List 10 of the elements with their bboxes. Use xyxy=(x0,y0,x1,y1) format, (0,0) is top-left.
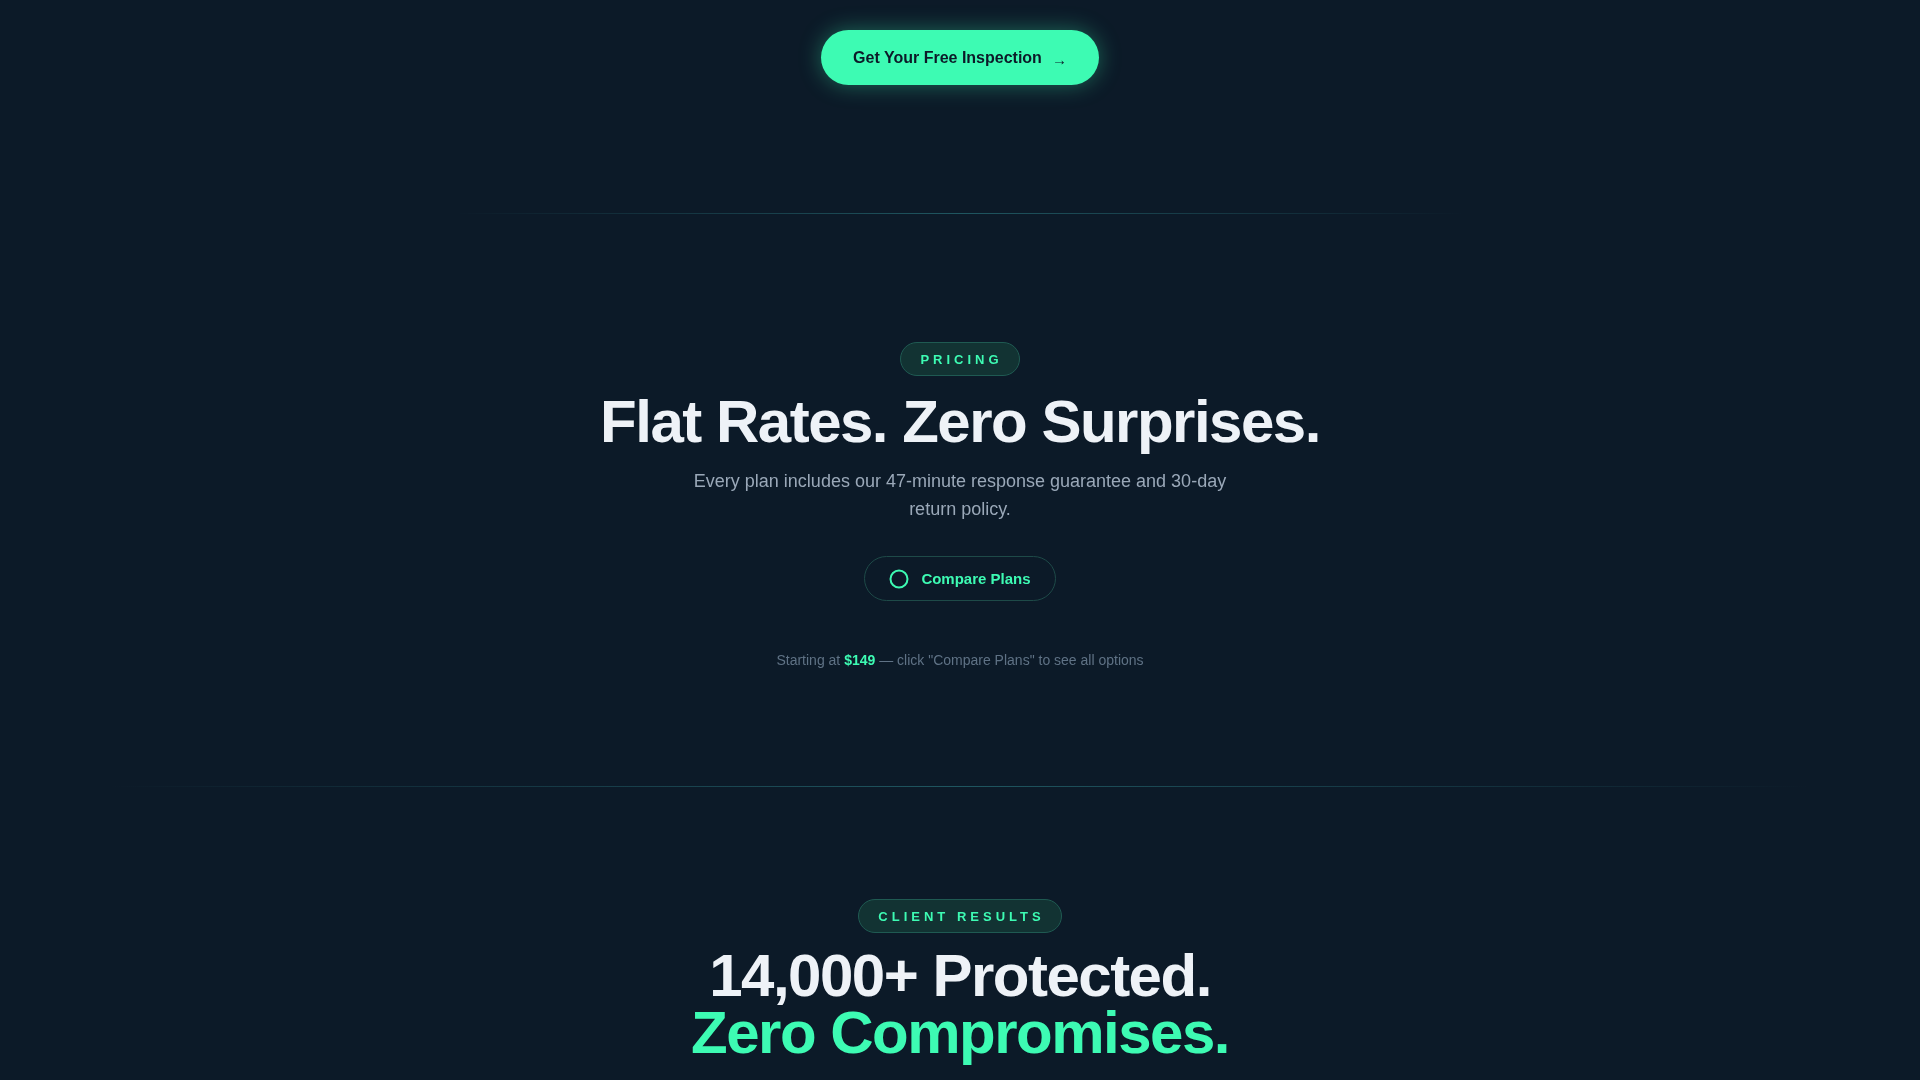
starting-price-note: Starting at $149 — click "Compare Plans" to see all options xyxy=(776,651,1144,670)
section-heading: 14,000+ Protected. xyxy=(709,947,1211,1004)
arrow-icon: → xyxy=(1051,50,1067,68)
inspection-button[interactable]: Get Your Free Inspection → xyxy=(821,30,1099,85)
section-badge: CLIENT RESULTS xyxy=(858,899,1062,933)
section-subtitle: Every plan includes our 47-minute response guarantee and 30-day return policy. xyxy=(692,470,1228,521)
section-badge: PRICING xyxy=(900,342,1020,376)
circle-icon xyxy=(889,568,910,589)
section-heading: Flat Rates. Zero Surprises. xyxy=(600,389,1320,455)
compare-plans-button[interactable]: Compare Plans xyxy=(864,556,1056,601)
